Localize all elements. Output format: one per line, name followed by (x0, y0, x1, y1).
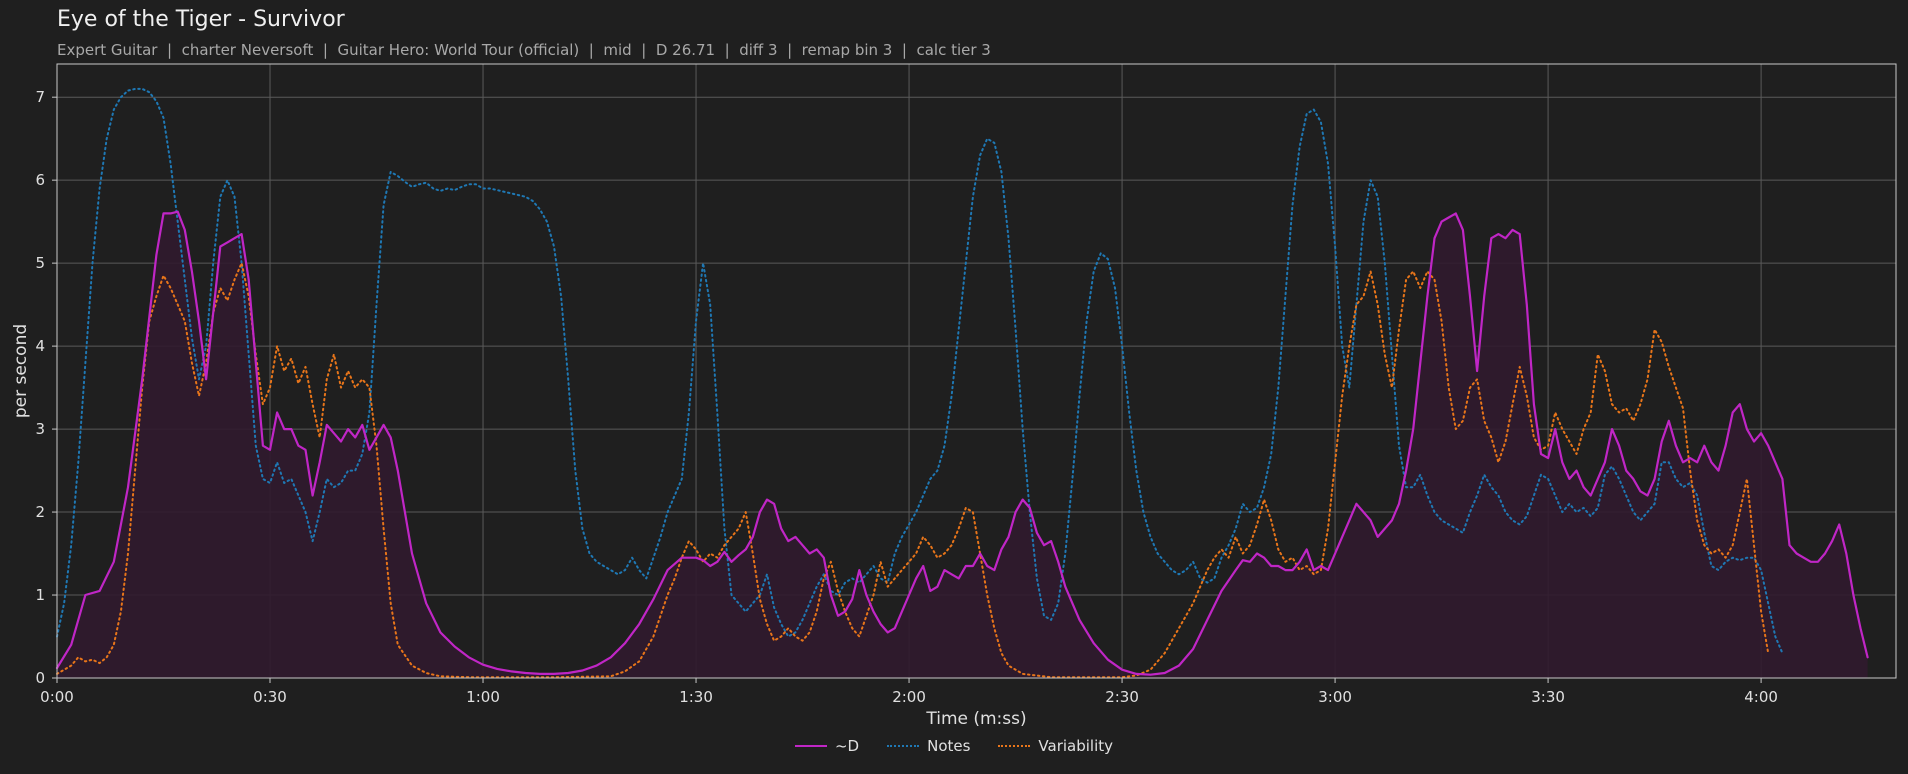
y-tick-label: 7 (35, 88, 45, 106)
chart-canvas: 0:00 0:30 1:00 1:30 2:00 2:30 3:00 3:30 4:00 0 1 2… (11, 63, 1897, 729)
area-fill (57, 211, 1868, 678)
x-axis-label: Time (m:ss) (925, 709, 1026, 729)
x-tick-label: 1:00 (466, 688, 500, 706)
x-axis: 0:00 0:30 1:00 1:30 2:00 2:30 3:00 3:30 4:00 (40, 678, 1778, 706)
legend-swatch-notes (887, 745, 920, 747)
legend-label-variability: Variability (1038, 737, 1114, 755)
series-fill-d (57, 211, 1868, 678)
x-tick-label: 3:00 (1318, 688, 1352, 706)
x-tick-label: 3:30 (1531, 688, 1565, 706)
legend-item-variability: Variability (998, 737, 1113, 755)
legend-item-notes: Notes (887, 737, 970, 755)
y-tick-label: 6 (35, 171, 45, 189)
legend-swatch-d (794, 745, 827, 747)
y-tick-label: 1 (35, 586, 45, 604)
legend-label-d: ~D (834, 737, 860, 755)
x-tick-label: 0:00 (40, 688, 74, 706)
x-tick-label: 1:30 (679, 688, 713, 706)
y-tick-label: 4 (35, 337, 45, 355)
y-axis-label: per second (11, 324, 31, 418)
y-tick-label: 2 (35, 503, 45, 521)
x-tick-label: 0:30 (253, 688, 287, 706)
y-tick-label: 0 (35, 669, 45, 687)
legend-swatch-variability (998, 745, 1031, 747)
y-tick-label: 3 (35, 420, 45, 438)
x-tick-label: 2:00 (892, 688, 926, 706)
legend-label-notes: Notes (927, 737, 971, 755)
y-tick-label: 5 (35, 254, 45, 272)
legend-item-d: ~D (794, 737, 860, 755)
y-axis: 0 1 2 3 4 5 6 7 (35, 88, 57, 687)
legend: ~D Notes Variability (0, 737, 1908, 755)
x-tick-label: 4:00 (1744, 688, 1778, 706)
x-tick-label: 2:30 (1105, 688, 1139, 706)
